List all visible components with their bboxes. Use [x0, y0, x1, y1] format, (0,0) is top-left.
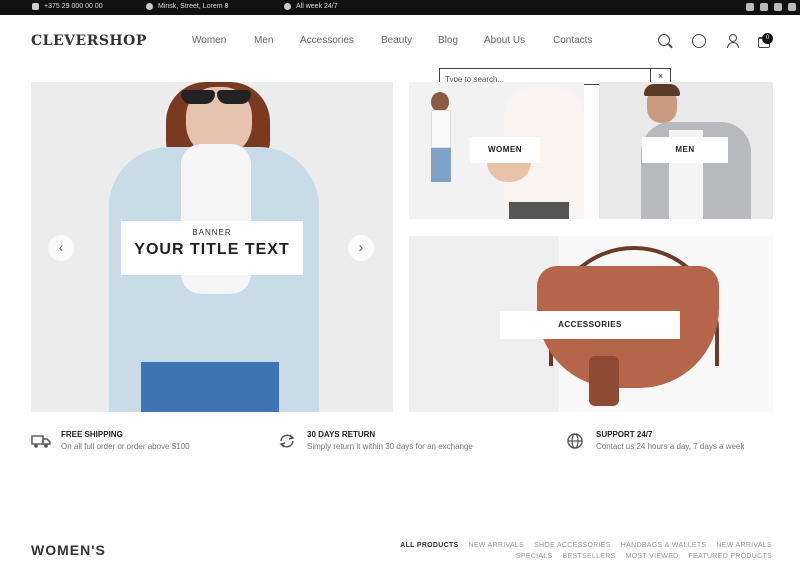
hero-title: YOUR TITLE TEXT [134, 241, 290, 258]
settings-icon[interactable] [692, 34, 706, 48]
twitter-icon[interactable] [760, 3, 768, 11]
nav-item-about[interactable]: About Us [484, 35, 525, 46]
tab-featured-products[interactable]: FEATURED PRODUCTS [688, 553, 772, 560]
section-title: WOMEN'S [31, 542, 106, 558]
cart-icon[interactable]: 0 [758, 33, 773, 48]
top-bar: +375 29 000 00 00 Minsk, Street, Lorem 8… [0, 0, 800, 15]
hero-caption[interactable]: BANNER YOUR TITLE TEXT [121, 221, 303, 275]
facebook-icon[interactable] [746, 3, 754, 11]
product-tabs: ALL PRODUCTS NEW ARRIVALS SHOE ACCESSORI… [352, 540, 772, 562]
tab-specials[interactable]: SPECIALS [516, 553, 553, 560]
site-logo[interactable]: CLEVERSHOP [31, 33, 147, 49]
hours-text: All week 24/7 [296, 3, 338, 10]
sunglasses-lens [217, 90, 251, 104]
women-category-label[interactable]: WOMEN [470, 137, 540, 163]
phone-text: +375 29 000 00 00 [44, 3, 103, 10]
accessories-category-label[interactable]: ACCESSORIES [500, 311, 680, 339]
women-model-skirt [509, 202, 569, 219]
jeans-image [141, 362, 279, 412]
instagram-icon[interactable] [774, 3, 782, 11]
nav-item-accessories[interactable]: Accessories [300, 35, 354, 46]
nav-item-men[interactable]: Men [254, 35, 273, 46]
return-icon [279, 434, 295, 448]
feature-title: 30 DAYS RETURN [307, 430, 376, 439]
tab-most-viewed[interactable]: MOST VIEWED [626, 553, 679, 560]
feature-title: FREE SHIPPING [61, 430, 123, 439]
women-model-top [431, 110, 451, 148]
nav-item-beauty[interactable]: Beauty [381, 35, 412, 46]
men-category-label[interactable]: MEN [642, 137, 728, 163]
slider-prev-button[interactable]: ‹ [48, 235, 74, 261]
tab-new-arrivals[interactable]: NEW ARRIVALS [468, 542, 524, 549]
hours-info: All week 24/7 [284, 3, 338, 10]
tab-bestsellers[interactable]: BESTSELLERS [563, 553, 616, 560]
feature-text: Contact us 24 hours a day, 7 days a week [596, 442, 745, 451]
account-icon[interactable] [726, 34, 740, 48]
hero-subtitle: BANNER [192, 228, 232, 237]
social-links [746, 3, 796, 11]
phone-info: +375 29 000 00 00 [32, 3, 103, 10]
tab-all-products[interactable]: ALL PRODUCTS [400, 542, 458, 549]
nav-item-contacts[interactable]: Contacts [553, 35, 592, 46]
tab-new-arrivals-2[interactable]: NEW ARRIVALS [716, 542, 772, 549]
nav-item-women[interactable]: Women [192, 35, 226, 46]
globe-icon [567, 433, 583, 449]
truck-icon [31, 435, 51, 448]
youtube-icon[interactable] [788, 3, 796, 11]
address-text: Minsk, Street, Lorem 8 [158, 3, 229, 10]
feature-text: On all full order or order above $100 [61, 442, 190, 451]
feature-text: Simply return it within 30 days for an e… [307, 442, 473, 451]
phone-icon [32, 3, 39, 10]
tab-shoe-accessories[interactable]: SHOE ACCESSORIES [534, 542, 611, 549]
bag-tassel-image [589, 356, 619, 406]
cart-count-badge: 0 [762, 33, 773, 44]
sunglasses-image [181, 90, 215, 104]
search-icon[interactable] [658, 34, 670, 46]
address-info: Minsk, Street, Lorem 8 [146, 3, 228, 10]
men-model-hair [644, 84, 680, 96]
nav-item-blog[interactable]: Blog [438, 35, 458, 46]
clock-icon [284, 3, 291, 10]
women-model-head [431, 92, 449, 112]
feature-title: SUPPORT 24/7 [596, 430, 653, 439]
header-icons: 0 [656, 31, 776, 51]
women-model-shorts [431, 148, 451, 182]
tab-handbags-wallets[interactable]: HANDBAGS & WALLETS [621, 542, 707, 549]
slider-next-button[interactable]: › [348, 235, 374, 261]
location-icon [146, 3, 153, 10]
